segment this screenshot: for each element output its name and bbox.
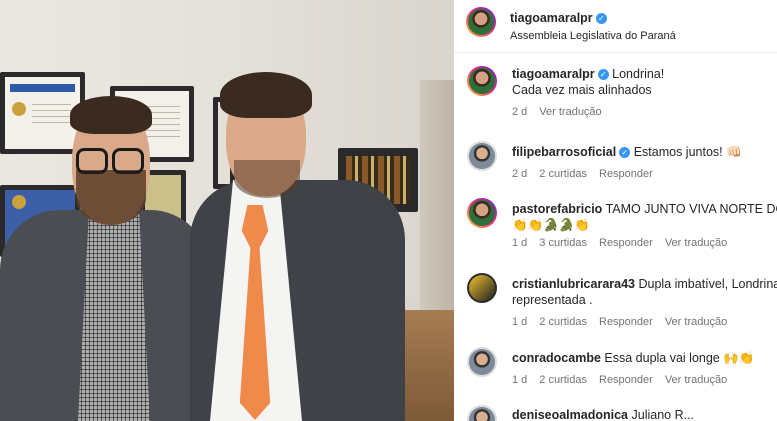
comment-time: 1 d	[512, 237, 528, 249]
comments-panel: tiagoamaralpr ✓ Assembleia Legislativa do…	[454, 0, 777, 421]
comment-text: Estamos juntos! 👊🏻	[633, 145, 742, 159]
author-username[interactable]: tiagoamaralpr	[510, 11, 593, 25]
comment-username[interactable]: pastorefabricio	[512, 202, 602, 216]
caption-text: Londrina!	[612, 67, 665, 81]
translate-link[interactable]: Ver tradução	[665, 374, 727, 386]
comment-avatar[interactable]	[467, 198, 497, 228]
person-right	[190, 0, 410, 421]
verified-badge-icon: ✓	[597, 69, 609, 80]
comment-time: 2 d	[512, 168, 528, 180]
comment-username[interactable]: cristianlubricarara43	[512, 277, 635, 291]
reply-button[interactable]: Responder	[599, 316, 653, 328]
post-header: tiagoamaralpr ✓ Assembleia Legislativa do…	[454, 0, 777, 53]
post-location[interactable]: Assembleia Legislativa do Paraná	[510, 30, 676, 42]
comment-text-line2: 👏👏🐊🐊👏	[512, 218, 590, 232]
comment-text: Dupla imbatível, Londrina	[638, 277, 777, 291]
comment-likes[interactable]: 2 curtidas	[539, 374, 587, 386]
author-avatar[interactable]	[466, 7, 496, 37]
reply-button[interactable]: Responder	[599, 237, 653, 249]
comment-avatar[interactable]	[467, 347, 497, 377]
caption-avatar[interactable]	[467, 66, 497, 96]
comment-text: TAMO JUNTO VIVA NORTE DO P	[605, 202, 777, 216]
translate-link[interactable]: Ver tradução	[665, 237, 727, 249]
comment-username[interactable]: filipebarrosoficial	[512, 145, 616, 159]
caption-time: 2 d	[512, 106, 528, 118]
comment-avatar[interactable]	[467, 141, 497, 171]
comment-likes[interactable]: 3 curtidas	[539, 237, 587, 249]
comment-time: 1 d	[512, 374, 528, 386]
glasses-icon	[76, 148, 108, 174]
comment-text: Essa dupla vai longe 🙌👏	[604, 351, 755, 365]
reply-button[interactable]: Responder	[599, 168, 653, 180]
comment-avatar[interactable]	[467, 405, 497, 421]
reply-button[interactable]: Responder	[599, 374, 653, 386]
comment-likes[interactable]: 2 curtidas	[539, 168, 587, 180]
caption-username[interactable]: tiagoamaralpr	[512, 67, 595, 81]
comment-time: 1 d	[512, 316, 528, 328]
translate-link[interactable]: Ver tradução	[665, 316, 727, 328]
comment-text-line2: representada .	[512, 293, 593, 307]
post-photo	[0, 0, 454, 421]
caption-text-line2: Cada vez mais alinhados	[512, 83, 652, 97]
translate-link[interactable]: Ver tradução	[539, 106, 601, 118]
verified-badge-icon: ✓	[619, 147, 631, 158]
verified-badge-icon: ✓	[595, 13, 607, 24]
comment-text: Juliano R...	[631, 408, 695, 421]
comment-username[interactable]: conradocambe	[512, 351, 601, 365]
comment-avatar[interactable]	[467, 273, 497, 303]
person-left	[0, 0, 210, 421]
comment-likes[interactable]: 2 curtidas	[539, 316, 587, 328]
comment-username[interactable]: deniseoalmadonica	[512, 408, 628, 421]
